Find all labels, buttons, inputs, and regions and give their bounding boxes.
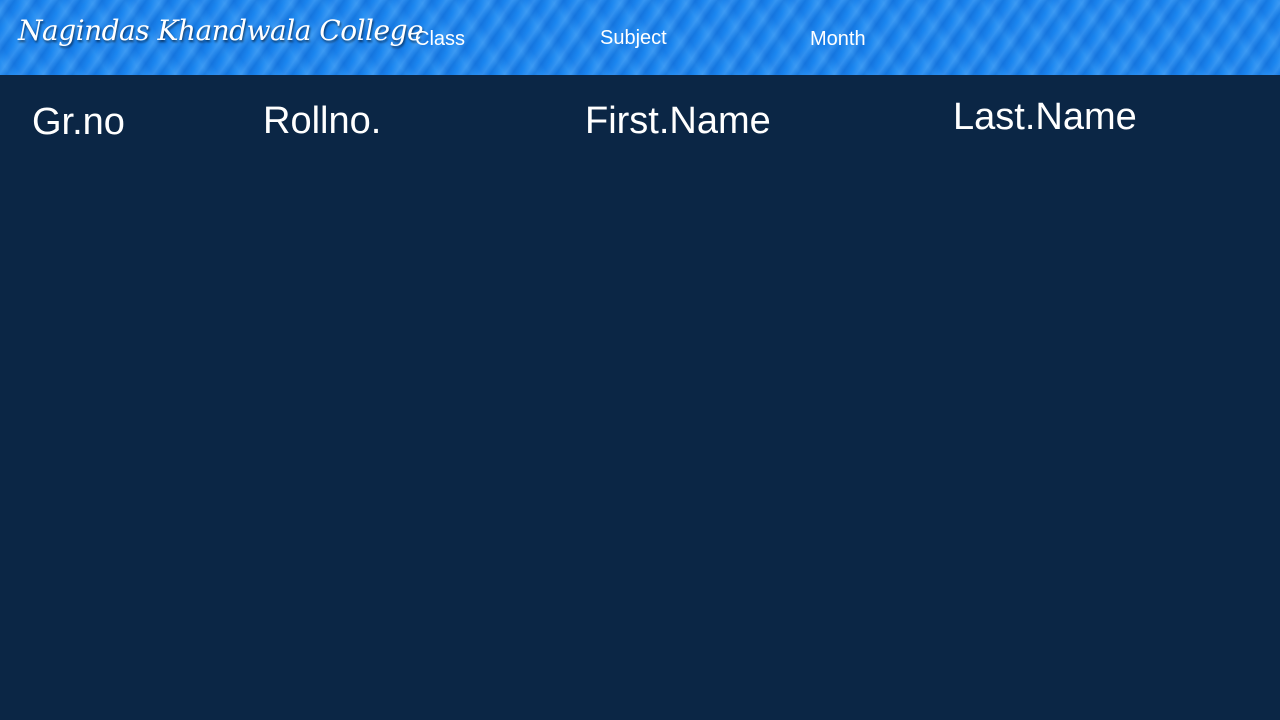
column-header-rollno: Rollno.	[263, 100, 382, 142]
column-header-grno: Gr.no	[32, 101, 125, 143]
college-name-logo[interactable]: Nagindas Khandwala College	[18, 14, 424, 47]
column-header-first-name: First.Name	[585, 100, 771, 142]
column-header-last-name: Last.Name	[953, 96, 1137, 138]
nav-month-link[interactable]: Month	[810, 28, 866, 51]
nav-subject-link[interactable]: Subject	[600, 27, 667, 50]
top-navbar: Nagindas Khandwala College Class Subject…	[0, 0, 1280, 75]
nav-class-link[interactable]: Class	[415, 28, 465, 51]
